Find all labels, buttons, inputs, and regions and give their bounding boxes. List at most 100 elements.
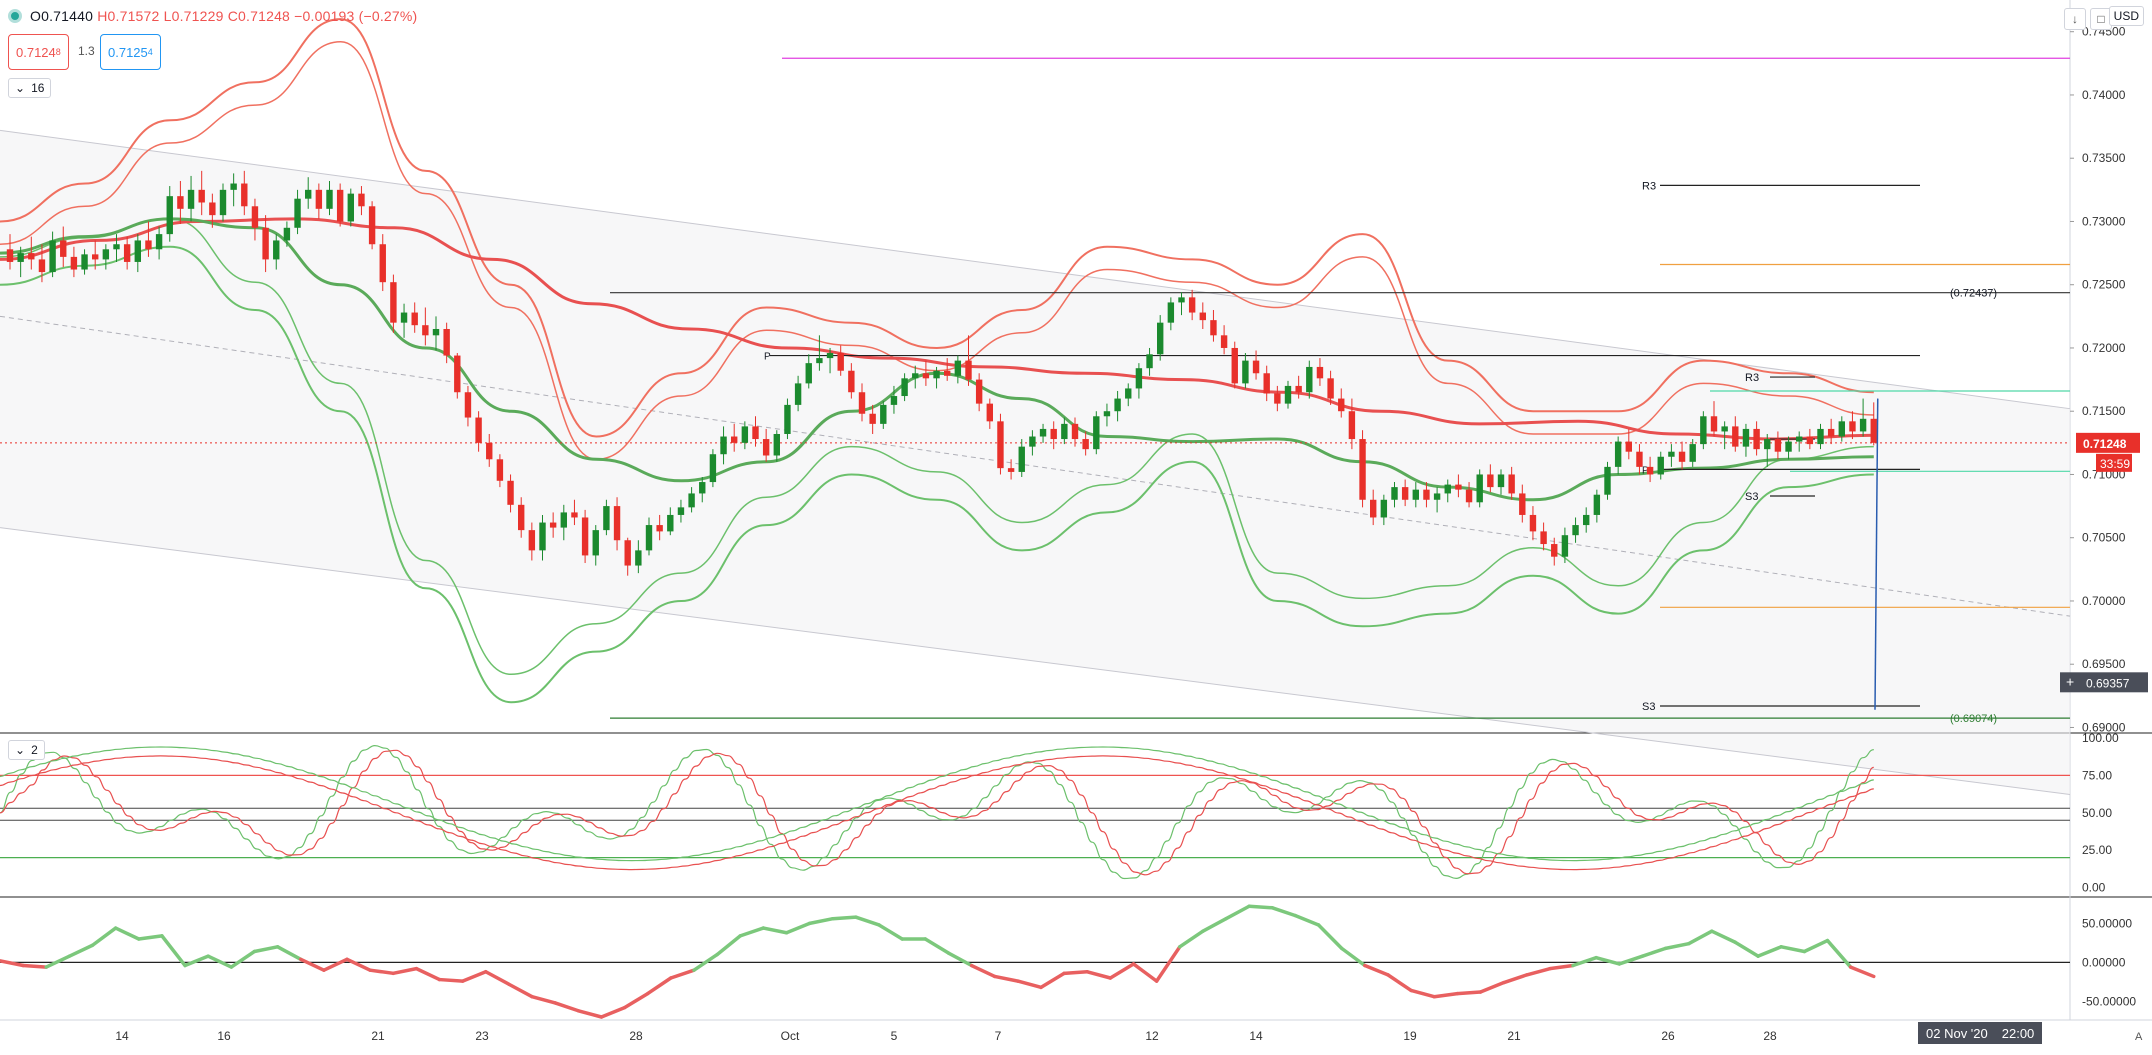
candle-body (1455, 484, 1462, 490)
candle-body (720, 436, 727, 455)
time-tick-label: 19 (1403, 1029, 1417, 1043)
time-tick-label: 28 (629, 1029, 643, 1043)
indicator-count: 2 (31, 743, 38, 757)
sell-button[interactable]: 0.7124 8 (8, 34, 69, 70)
time-tick-label: 23 (475, 1029, 489, 1043)
stoch-slow2-line (0, 746, 1874, 862)
candle-body (1753, 428, 1760, 450)
price-tick-label: 0.73000 (2082, 214, 2126, 228)
momentum-segment (807, 916, 835, 926)
candle-body (1444, 484, 1451, 494)
candle-body (1135, 368, 1143, 389)
buy-price-sup: 4 (147, 47, 153, 57)
time-tick-label: 5 (891, 1029, 898, 1043)
price-tick-label: 0.71500 (2082, 404, 2126, 418)
momentum-segment (1363, 963, 1390, 977)
currency-button[interactable]: USD (2108, 6, 2144, 26)
candle-body (1210, 320, 1217, 336)
momentum-segment (923, 937, 951, 955)
momentum-segment (1455, 990, 1483, 996)
stoch-tick-label: 0.00 (2082, 881, 2106, 895)
candle-body (848, 370, 855, 393)
crosshair-date: 02 Nov '20 (1926, 1025, 1988, 1041)
momentum-segment (322, 957, 349, 972)
indicators-toggle-main[interactable]: ⌄ 16 (8, 78, 52, 98)
stoch-tick-label: 50.00 (2082, 806, 2112, 820)
candle-body (1774, 439, 1782, 452)
momentum-segment (1525, 966, 1552, 977)
pivot-marker-label: P (764, 352, 771, 363)
candle-body (1007, 468, 1015, 472)
momentum-segment (1432, 991, 1460, 999)
price-tick-label: 0.73500 (2082, 151, 2126, 165)
indicators-toggle-sub[interactable]: ⌄ 2 (8, 740, 45, 760)
candle-body (1870, 418, 1877, 443)
candle-body (1167, 302, 1175, 323)
plus-icon: + (2066, 673, 2074, 689)
candle-body (17, 253, 24, 262)
weekly-s3-label: S3 (1642, 701, 1655, 713)
weekly-r3-label: R3 (1642, 180, 1656, 192)
momentum-segment (1733, 940, 1760, 958)
momentum-segment (831, 915, 858, 921)
chart-canvas[interactable]: (0.72437)(0.69074)R3S3R3S3PP0.745000.740… (0, 0, 2152, 1050)
chevron-down-icon: ⌄ (15, 743, 26, 757)
momentum-segment (784, 921, 812, 935)
candle-body (1817, 428, 1824, 445)
momentum-segment (1039, 971, 1066, 990)
candle-body (752, 426, 759, 440)
momentum-segment (599, 1005, 627, 1019)
candle-body (1508, 474, 1515, 494)
ohlc-readout: O0.71440 H0.71572 L0.71229 C0.71248 −0.0… (30, 8, 417, 24)
momentum-segment (1802, 938, 1830, 954)
candle-body (1178, 297, 1185, 303)
time-tick-label: 7 (995, 1029, 1002, 1043)
candle-body (592, 530, 599, 556)
candle-body (741, 426, 749, 443)
momentum-segment (1270, 906, 1298, 918)
momentum-segment (1548, 963, 1575, 971)
candle-body (38, 259, 46, 273)
spread-value: 1.3 (78, 44, 95, 58)
momentum-segment (1085, 970, 1113, 980)
candle-body (1540, 531, 1547, 545)
price-tick-label: 0.72500 (2082, 278, 2126, 292)
buy-button[interactable]: 0.7125 4 (100, 34, 161, 70)
candle-body (1689, 444, 1696, 462)
momentum-segment (1756, 945, 1783, 958)
momentum-segment (1663, 941, 1691, 951)
candle-body (177, 196, 184, 209)
momentum-segment (715, 934, 742, 957)
download-icon[interactable]: ↓ (2064, 8, 2086, 30)
candle-body (102, 249, 110, 260)
chart-area[interactable]: (0.72437) (0.69074) R3 S3 R3 S3 P P 0.74500 0.740… (0, 0, 2152, 1050)
candle-body (1838, 421, 1845, 437)
candle-body (528, 530, 536, 551)
candle-body (667, 514, 674, 532)
candle-body (1710, 416, 1718, 432)
momentum-segment (1710, 929, 1737, 944)
candle-body (1188, 297, 1196, 313)
candle-body (368, 206, 376, 245)
candle-body (411, 312, 418, 326)
stoch-k-line (0, 744, 1874, 880)
candle-body (145, 240, 152, 250)
candle-body (912, 373, 919, 379)
candle-body (1220, 335, 1228, 348)
candle-body (1721, 426, 1728, 432)
candle-body (1668, 451, 1675, 457)
candle-body (81, 254, 88, 270)
candle-body (709, 454, 717, 483)
candle-body (1125, 388, 1132, 399)
momentum-segment (1224, 904, 1251, 921)
candle-body (166, 196, 173, 235)
time-tick-label: 14 (115, 1029, 129, 1043)
candle-body (358, 193, 365, 207)
market-status-icon (8, 9, 22, 23)
candle-body (518, 504, 525, 531)
candle-body (1114, 398, 1121, 412)
momentum-segment (969, 963, 997, 979)
candle-body (837, 353, 844, 371)
momentum-segment (1825, 938, 1853, 969)
momentum-segment (946, 951, 974, 968)
